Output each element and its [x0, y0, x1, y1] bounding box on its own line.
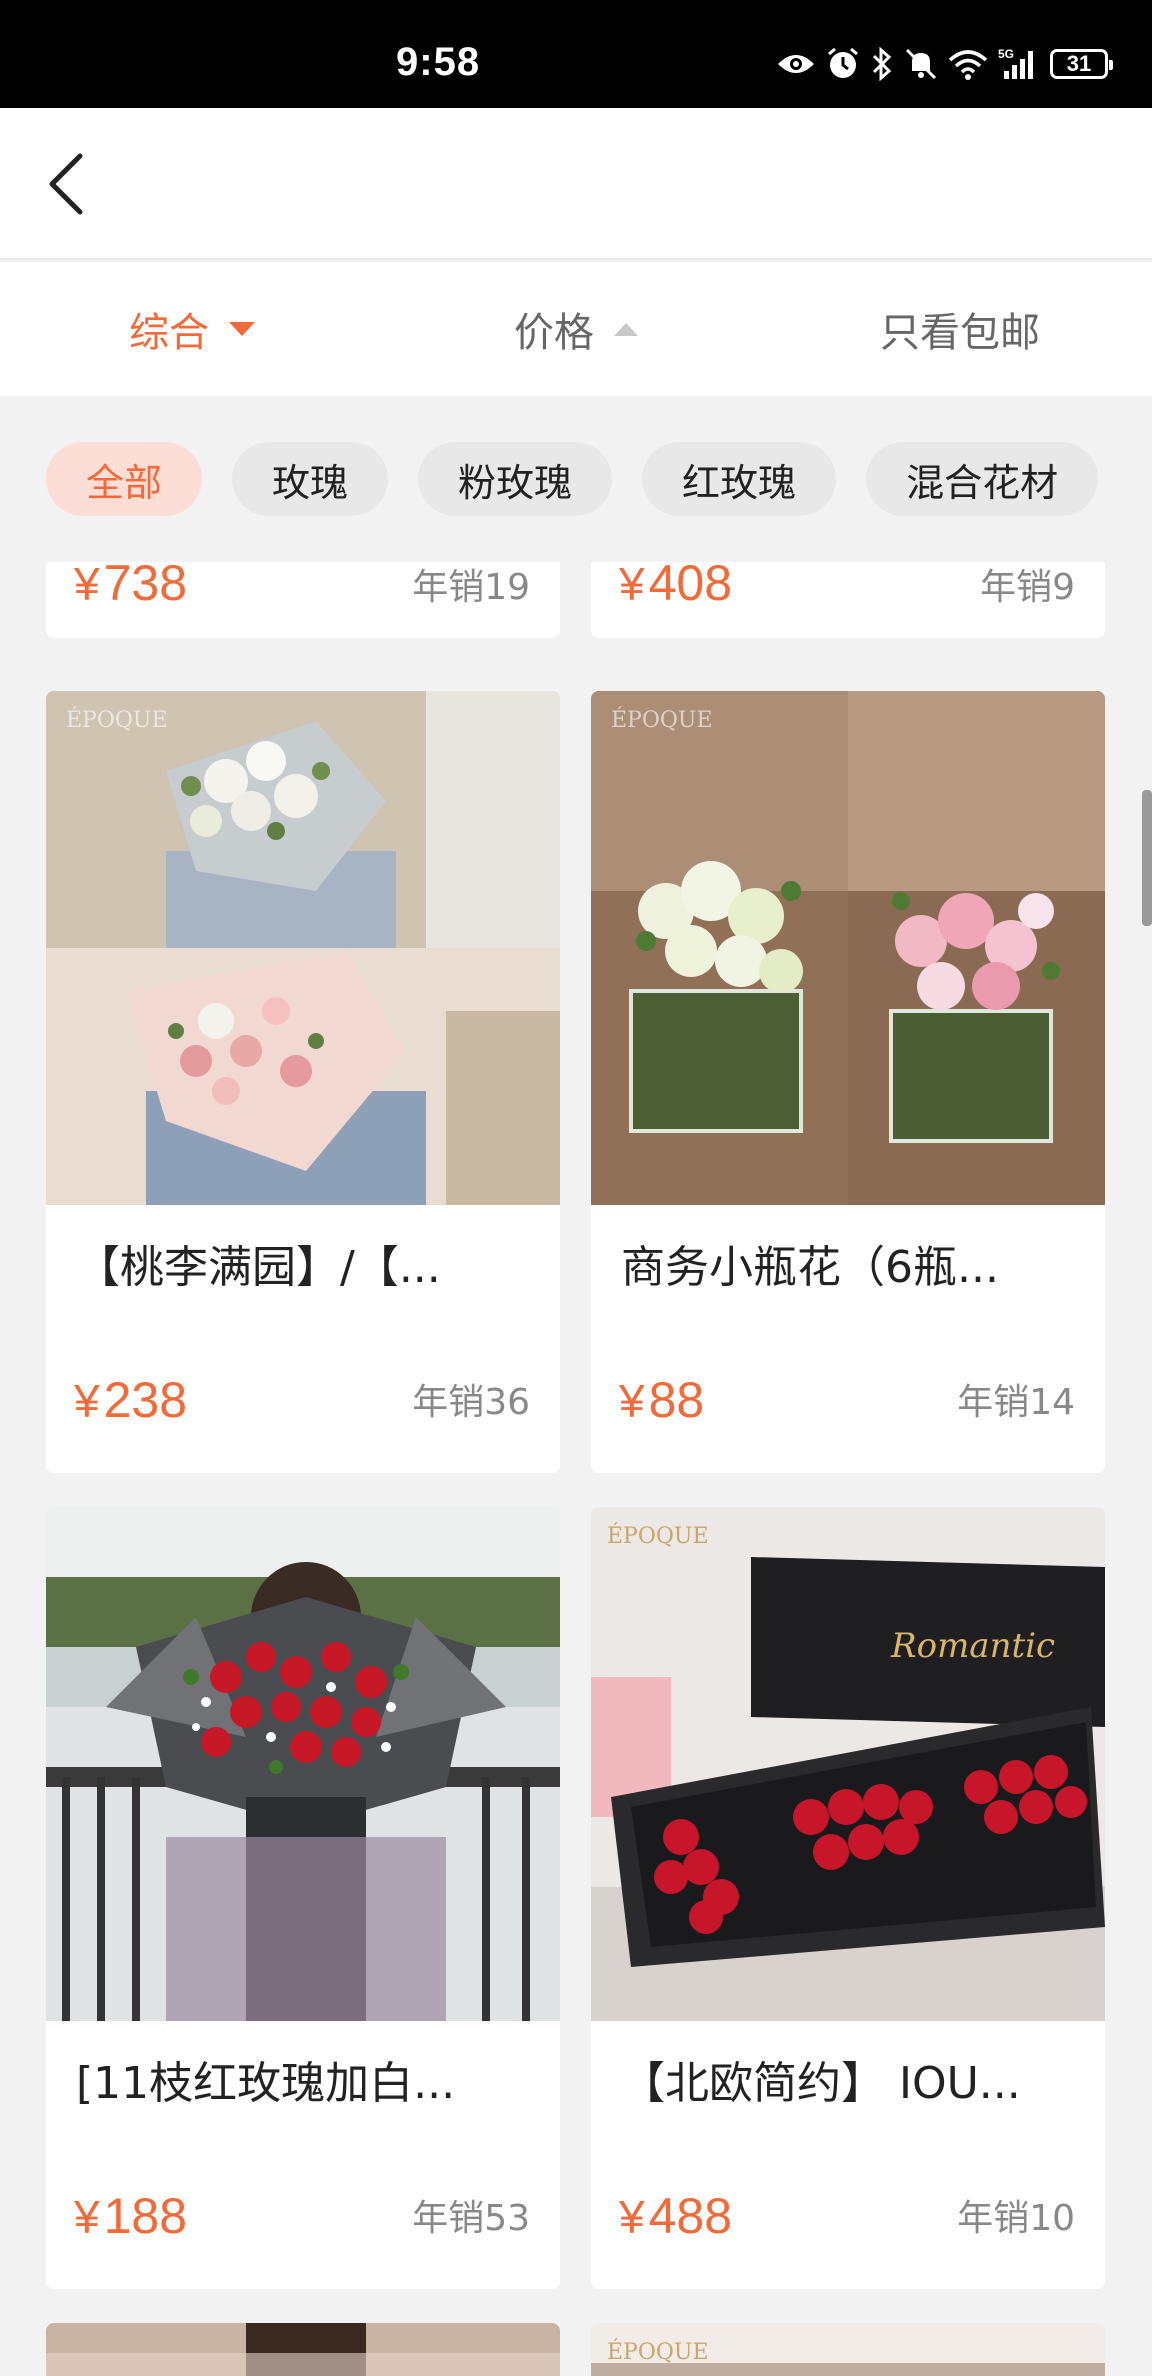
signal-5g-icon: 5G [998, 47, 1040, 81]
status-icons: 5G 31 [776, 44, 1113, 84]
product-card[interactable]: [11枝红玫瑰加白... ¥188 年销53 [46, 1507, 560, 2289]
bluetooth-icon [870, 47, 894, 81]
product-sales: 年销14 [957, 1382, 1075, 1423]
product-image: ÉPOQUE [591, 2323, 1105, 2376]
watermark-text: ÉPOQUE [66, 706, 168, 733]
wifi-icon [948, 48, 988, 80]
currency-symbol: ¥ [619, 1375, 645, 1427]
product-price: ¥488 [619, 2188, 733, 2244]
sort-comprehensive-label: 综合 [129, 310, 209, 356]
product-image: ÉPOQUE [591, 691, 1105, 1205]
product-card[interactable]: ÉPOQUE 商务小瓶花（6瓶... ¥88 年销14 [591, 691, 1105, 1473]
product-image [46, 1507, 560, 2021]
product-price: ¥408 [619, 562, 732, 612]
product-grid: ¥738 年销19 ¥408 年销9 ÉPOQUE 【桃李满园】/【... ¥2… [0, 562, 1152, 2376]
sort-price[interactable]: 价格 [384, 300, 768, 358]
triangle-up-icon [614, 322, 638, 336]
product-image: Romantic ÉPOQUE [591, 1507, 1105, 2021]
product-title: 商务小瓶花（6瓶... [621, 1242, 999, 1293]
product-sales: 年销9 [980, 567, 1075, 608]
chip-all[interactable]: 全部 [46, 442, 203, 516]
chip-rose[interactable]: 玫瑰 [232, 442, 389, 516]
scrollbar-thumb[interactable] [1142, 790, 1152, 926]
category-chips: 全部 玫瑰 粉玫瑰 红玫瑰 混合花材 [0, 396, 1152, 562]
product-image [46, 2323, 560, 2376]
sort-price-label: 价格 [514, 310, 594, 356]
status-bar: 9:58 5G 31 [0, 0, 1152, 108]
currency-symbol: ¥ [74, 2191, 100, 2243]
product-title: 【北欧简约】 IOU... [621, 2058, 1021, 2109]
chip-pink-rose[interactable]: 粉玫瑰 [418, 442, 613, 516]
status-time: 9:58 [396, 40, 481, 84]
watermark-text: ÉPOQUE [607, 1522, 709, 1549]
watermark-text: ÉPOQUE [611, 706, 713, 733]
alarm-icon [826, 47, 860, 81]
product-price: ¥88 [619, 1372, 705, 1428]
product-title: 【桃李满园】/【... [76, 1242, 441, 1293]
product-card[interactable]: ¥738 年销19 [46, 562, 560, 638]
product-price: ¥238 [74, 1372, 188, 1428]
product-sales: 年销53 [412, 2198, 530, 2239]
currency-symbol: ¥ [74, 562, 100, 610]
battery-level: 31 [1066, 51, 1092, 76]
battery-icon: 31 [1050, 49, 1113, 79]
chip-mixed-flowers[interactable]: 混合花材 [866, 442, 1099, 516]
chevron-left-icon [49, 153, 83, 215]
currency-symbol: ¥ [619, 562, 645, 610]
nav-bar [0, 108, 1152, 260]
eye-icon [776, 50, 816, 78]
product-sales: 年销10 [957, 2198, 1075, 2239]
product-sales: 年销36 [412, 1382, 530, 1423]
currency-symbol: ¥ [74, 1375, 100, 1427]
box-text: Romantic [890, 1626, 1055, 1666]
product-title: [11枝红玫瑰加白... [76, 2058, 456, 2109]
product-sales: 年销19 [412, 567, 530, 608]
currency-symbol: ¥ [619, 2191, 645, 2243]
chip-red-rose[interactable]: 红玫瑰 [642, 442, 837, 516]
product-image: ÉPOQUE [46, 691, 560, 1205]
back-button[interactable] [30, 144, 110, 224]
product-card[interactable]: ÉPOQUE 【桃李满园】/【... ¥238 年销36 [46, 691, 560, 1473]
product-price: ¥188 [74, 2188, 188, 2244]
product-card[interactable]: ÉPOQUE [591, 2323, 1105, 2376]
filter-free-shipping-label: 只看包邮 [880, 310, 1040, 356]
sort-bar: 综合 价格 只看包邮 [0, 262, 1152, 396]
watermark-text: ÉPOQUE [607, 2338, 709, 2365]
product-card[interactable] [46, 2323, 560, 2376]
svg-text:5G: 5G [998, 47, 1014, 61]
sort-comprehensive[interactable]: 综合 [0, 300, 384, 358]
mute-icon [904, 47, 938, 81]
filter-free-shipping[interactable]: 只看包邮 [768, 300, 1152, 358]
product-card[interactable]: ¥408 年销9 [591, 562, 1105, 638]
triangle-down-icon [229, 322, 255, 336]
product-price: ¥738 [74, 562, 187, 612]
product-card[interactable]: Romantic ÉPOQUE 【北欧简约】 IOU... ¥488 年销10 [591, 1507, 1105, 2289]
